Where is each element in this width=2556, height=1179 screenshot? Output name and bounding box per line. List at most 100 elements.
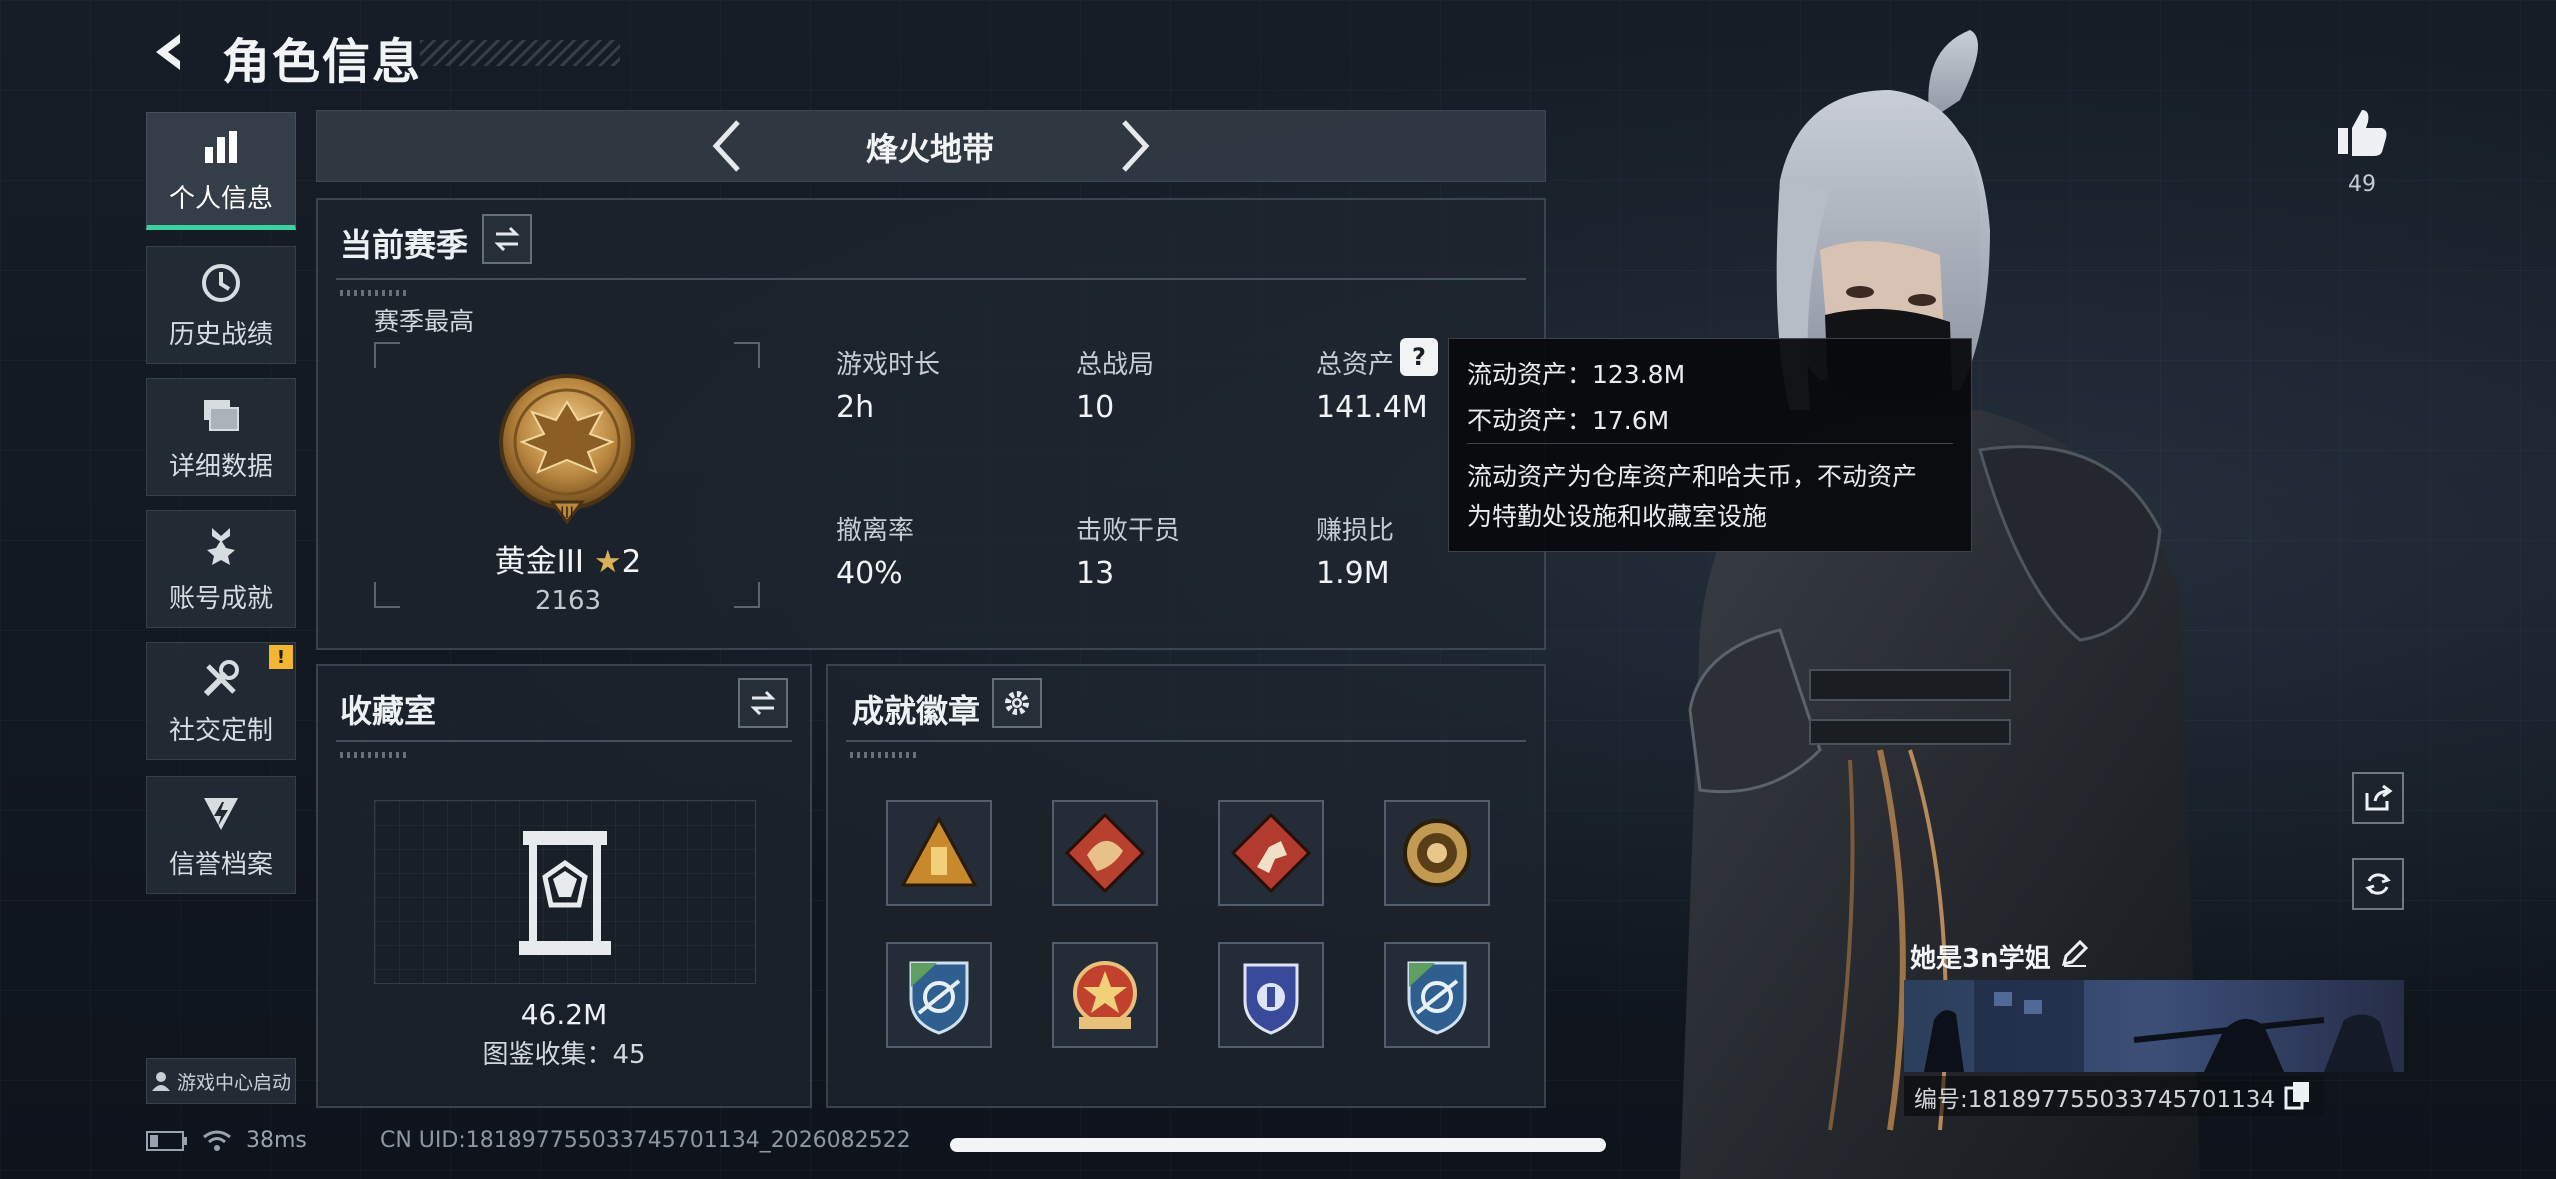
collection-switch-button[interactable] [738,678,788,728]
season-switch-button[interactable] [482,214,532,264]
home-indicator[interactable] [950,1138,1606,1152]
rank-stars: 2 [621,544,642,580]
sidebar-item-detailed-data[interactable]: 详细数据 [146,378,296,496]
frame-corner [734,342,760,368]
pencil-icon [2061,939,2089,967]
collection-title: 收藏室 [340,692,437,730]
divider [336,278,1526,280]
achievement-badge[interactable] [1384,800,1490,906]
sidebar-item-label: 历史战绩 [168,319,273,350]
season-title: 当前赛季 [340,226,469,264]
display-case-icon [515,827,615,959]
season-best-label: 赛季最高 [374,307,475,336]
player-id: 编号:1818977550337457011​34 [1914,1087,2276,1113]
medal-icon [198,524,244,570]
warning-badge: ! [269,645,293,669]
achievements-settings-button[interactable] [992,678,1042,728]
achievements-panel: 成就徽章 [826,664,1546,1108]
stat-kills-label: 击败干员 [1076,516,1181,546]
tooltip-fixed-assets: 不动资产：17.6M [1467,406,1670,435]
game-center-launch-button[interactable]: 游戏中心启动 [146,1058,296,1104]
uid-text: CN UID:1818977550337457011​34_2026082522 [380,1128,911,1153]
sidebar-item-credit-file[interactable]: 信誉档案 [146,776,296,894]
stat-total-matches-value: 10 [1076,390,1115,425]
stat-profit-ratio-label: 赚损比 [1316,516,1395,546]
sidebar-item-achievements[interactable]: 账号成就 [146,510,296,628]
dragon-badge-icon [1064,812,1146,894]
stat-total-assets-label: 总资产 [1316,350,1395,380]
name-card-banner[interactable] [1904,980,2404,1072]
stat-play-time-label: 游戏时长 [836,350,941,380]
emblem-badge-icon [1403,819,1471,887]
refresh-icon [2365,873,2391,895]
achievements-title: 成就徽章 [852,692,981,730]
assets-tooltip: 流动资产：123.8M 不动资产：17.6M 流动资产为仓库资产和哈夫币，不动资… [1448,338,1972,552]
like-count: 49 [2348,172,2376,197]
sidebar-item-social-custom[interactable]: 社交定制 ! [146,642,296,760]
stat-total-assets-value: 141.4M [1316,390,1428,425]
share-button[interactable] [2352,772,2404,824]
edit-name-button[interactable] [2060,938,2090,968]
achievement-badge[interactable] [1052,942,1158,1048]
rotate-button[interactable] [2352,858,2404,910]
police-shield-badge-icon [1243,963,1299,1035]
shield-rifle-badge-icon [909,961,969,1035]
gear-icon [1005,691,1029,715]
divider-dots [340,290,410,296]
folders-icon [198,392,244,438]
divider-dots [340,752,410,758]
share-icon [2365,784,2393,811]
sidebar-item-personal-info[interactable]: 个人信息 [146,112,296,230]
stat-extract-rate-value: 40% [836,556,903,591]
battery-icon [146,1130,187,1151]
device-status-bar: 38ms [146,1128,307,1153]
tooltip-desc-line1: 流动资产为仓库资产和哈夫币，不动资产 [1467,462,1918,491]
clock-icon [198,260,244,306]
back-button[interactable] [146,28,194,76]
shield-bolt-icon [198,790,244,836]
stat-total-matches-label: 总战局 [1076,350,1155,380]
rank-score: 2163 [534,586,602,616]
collection-value: 46.2M [520,998,608,1031]
tooltip-liquid-assets: 流动资产：123.8M [1467,360,1686,389]
sidebar-item-label: 详细数据 [168,451,273,482]
divider-dots [850,752,920,758]
tooltip-divider [1467,443,1953,444]
help-icon[interactable]: ? [1400,338,1438,376]
back-arrow-icon [156,34,180,70]
mode-prev-button[interactable] [706,118,750,174]
sidebar-item-history[interactable]: 历史战绩 [146,246,296,364]
divider [846,740,1526,742]
season-panel: 当前赛季 赛季最高 III 黄金III ★2 2163 游戏时长 2h 总战局 … [316,198,1546,650]
frame-corner [374,582,400,608]
stat-kills-value: 13 [1076,556,1115,591]
sidebar-item-label: 社交定制 [168,715,273,746]
copy-icon [2284,1082,2309,1110]
like-button[interactable] [2334,104,2390,160]
achievement-badge[interactable] [1384,942,1490,1048]
gold-rank-emblem-icon: III [492,372,642,536]
achievement-badge[interactable] [1218,942,1324,1048]
shield-rifle-badge-icon [1407,961,1467,1035]
achievement-badge[interactable] [886,800,992,906]
copy-id-button[interactable] [2284,1080,2312,1110]
mode-next-button[interactable] [1112,118,1156,174]
player-name: 她是3n学姐 [1910,944,2051,974]
chevron-left-icon [712,120,740,172]
pyramid-badge-icon [900,815,978,887]
wifi-icon [203,1130,231,1151]
divider [336,740,792,742]
achievement-badge[interactable] [886,942,992,1048]
ping-value: 38ms [246,1128,307,1153]
frame-corner [734,582,760,608]
frame-corner [374,342,400,368]
star-icon: ★ [593,544,622,580]
game-center-label: 游戏中心启动 [176,1071,291,1094]
sidebar-item-label: 信誉档案 [168,849,273,880]
achievement-badge[interactable] [1218,800,1324,906]
tools-icon [198,656,244,702]
sidebar-item-label: 账号成就 [168,583,273,614]
collection-preview[interactable] [374,800,756,984]
chevron-right-icon [1122,120,1150,172]
achievement-badge[interactable] [1052,800,1158,906]
